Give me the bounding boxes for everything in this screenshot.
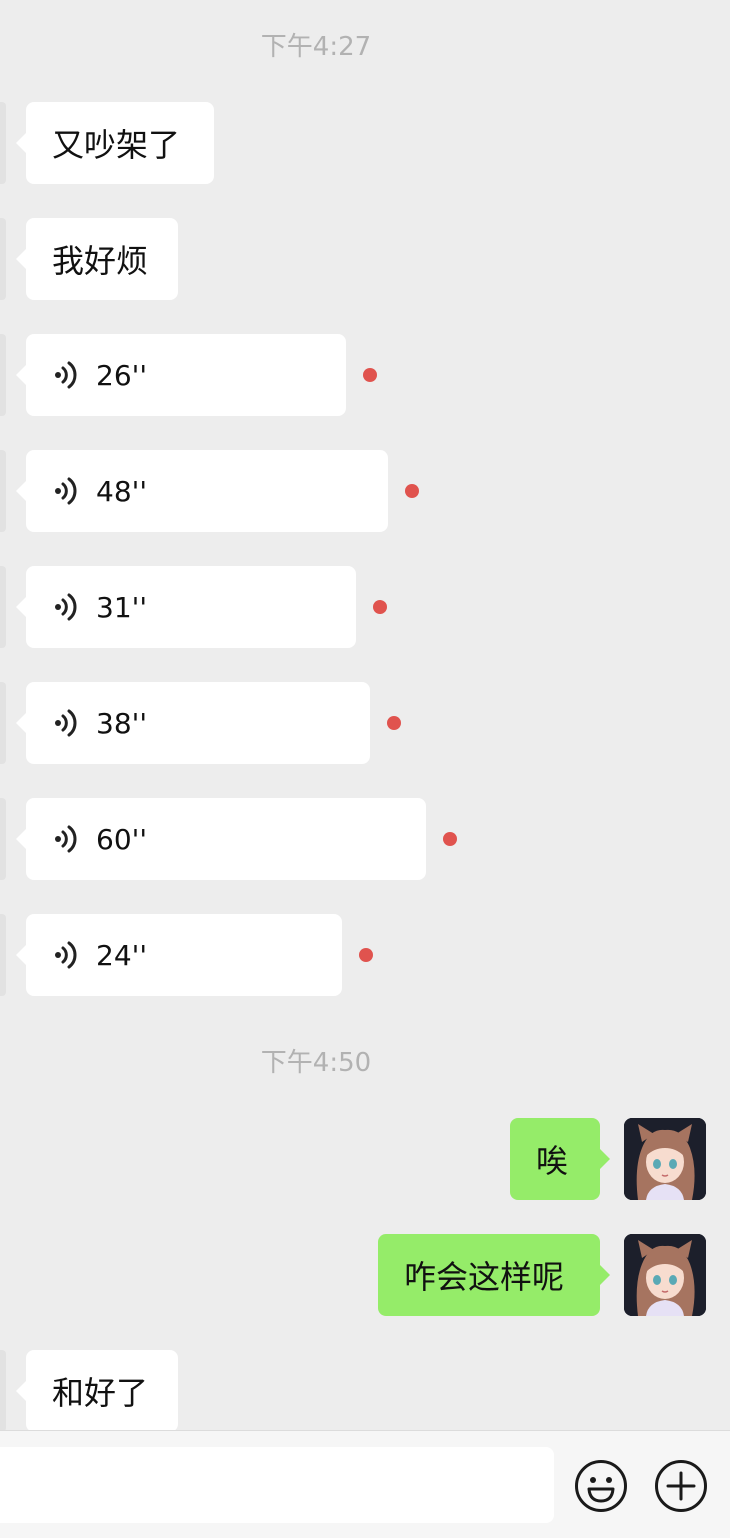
voice-duration: 38'': [96, 706, 148, 740]
incoming-message[interactable]: 又吵架了: [16, 102, 214, 184]
anime-girl-avatar-icon: [624, 1118, 706, 1200]
input-bar: [0, 1430, 730, 1538]
unread-dot: [359, 948, 373, 962]
unread-dot: [405, 484, 419, 498]
voice-wave-icon: [55, 477, 77, 505]
partner-avatar-edge: [0, 1350, 6, 1432]
message-text: 咋会这样呢: [404, 1258, 565, 1296]
partner-avatar-edge: [0, 798, 6, 880]
voice-wave-icon: [55, 941, 77, 969]
voice-message[interactable]: 26'': [16, 334, 346, 416]
voice-wave-icon: [55, 709, 77, 737]
voice-duration: 31'': [96, 590, 148, 624]
partner-avatar-edge: [0, 102, 6, 184]
unread-dot: [387, 716, 401, 730]
avatar[interactable]: [624, 1234, 706, 1316]
voice-message[interactable]: 31'': [16, 566, 356, 648]
voice-message[interactable]: 38'': [16, 682, 370, 764]
voice-message[interactable]: 24'': [16, 914, 342, 996]
partner-avatar-edge: [0, 218, 6, 300]
message-text: 和好了: [52, 1374, 149, 1412]
emoji-icon[interactable]: [574, 1459, 628, 1513]
incoming-message[interactable]: 我好烦: [16, 218, 178, 300]
message-text: 又吵架了: [52, 126, 181, 164]
voice-wave-icon: [55, 593, 77, 621]
message-input[interactable]: [0, 1447, 554, 1523]
voice-duration: 48'': [96, 474, 148, 508]
message-text: 我好烦: [52, 242, 149, 280]
voice-duration: 24'': [96, 938, 148, 972]
timestamp: 下午4:27: [260, 32, 372, 62]
voice-duration: 60'': [96, 822, 148, 856]
message-text: 唉: [536, 1142, 569, 1180]
voice-wave-icon: [55, 361, 77, 389]
voice-message[interactable]: 60'': [16, 798, 426, 880]
incoming-message[interactable]: 和好了: [16, 1350, 178, 1432]
voice-wave-icon: [55, 825, 77, 853]
outgoing-message[interactable]: 唉: [510, 1118, 610, 1200]
voice-message[interactable]: 48'': [16, 450, 388, 532]
unread-dot: [363, 368, 377, 382]
partner-avatar-edge: [0, 914, 6, 996]
plus-icon[interactable]: [654, 1459, 708, 1513]
partner-avatar-edge: [0, 334, 6, 416]
partner-avatar-edge: [0, 682, 6, 764]
anime-girl-avatar-icon: [624, 1234, 706, 1316]
partner-avatar-edge: [0, 450, 6, 532]
voice-duration: 26'': [96, 358, 148, 392]
partner-avatar-edge: [0, 566, 6, 648]
unread-dot: [443, 832, 457, 846]
unread-dot: [373, 600, 387, 614]
outgoing-message[interactable]: 咋会这样呢: [378, 1234, 610, 1316]
avatar[interactable]: [624, 1118, 706, 1200]
timestamp: 下午4:50: [260, 1048, 372, 1078]
